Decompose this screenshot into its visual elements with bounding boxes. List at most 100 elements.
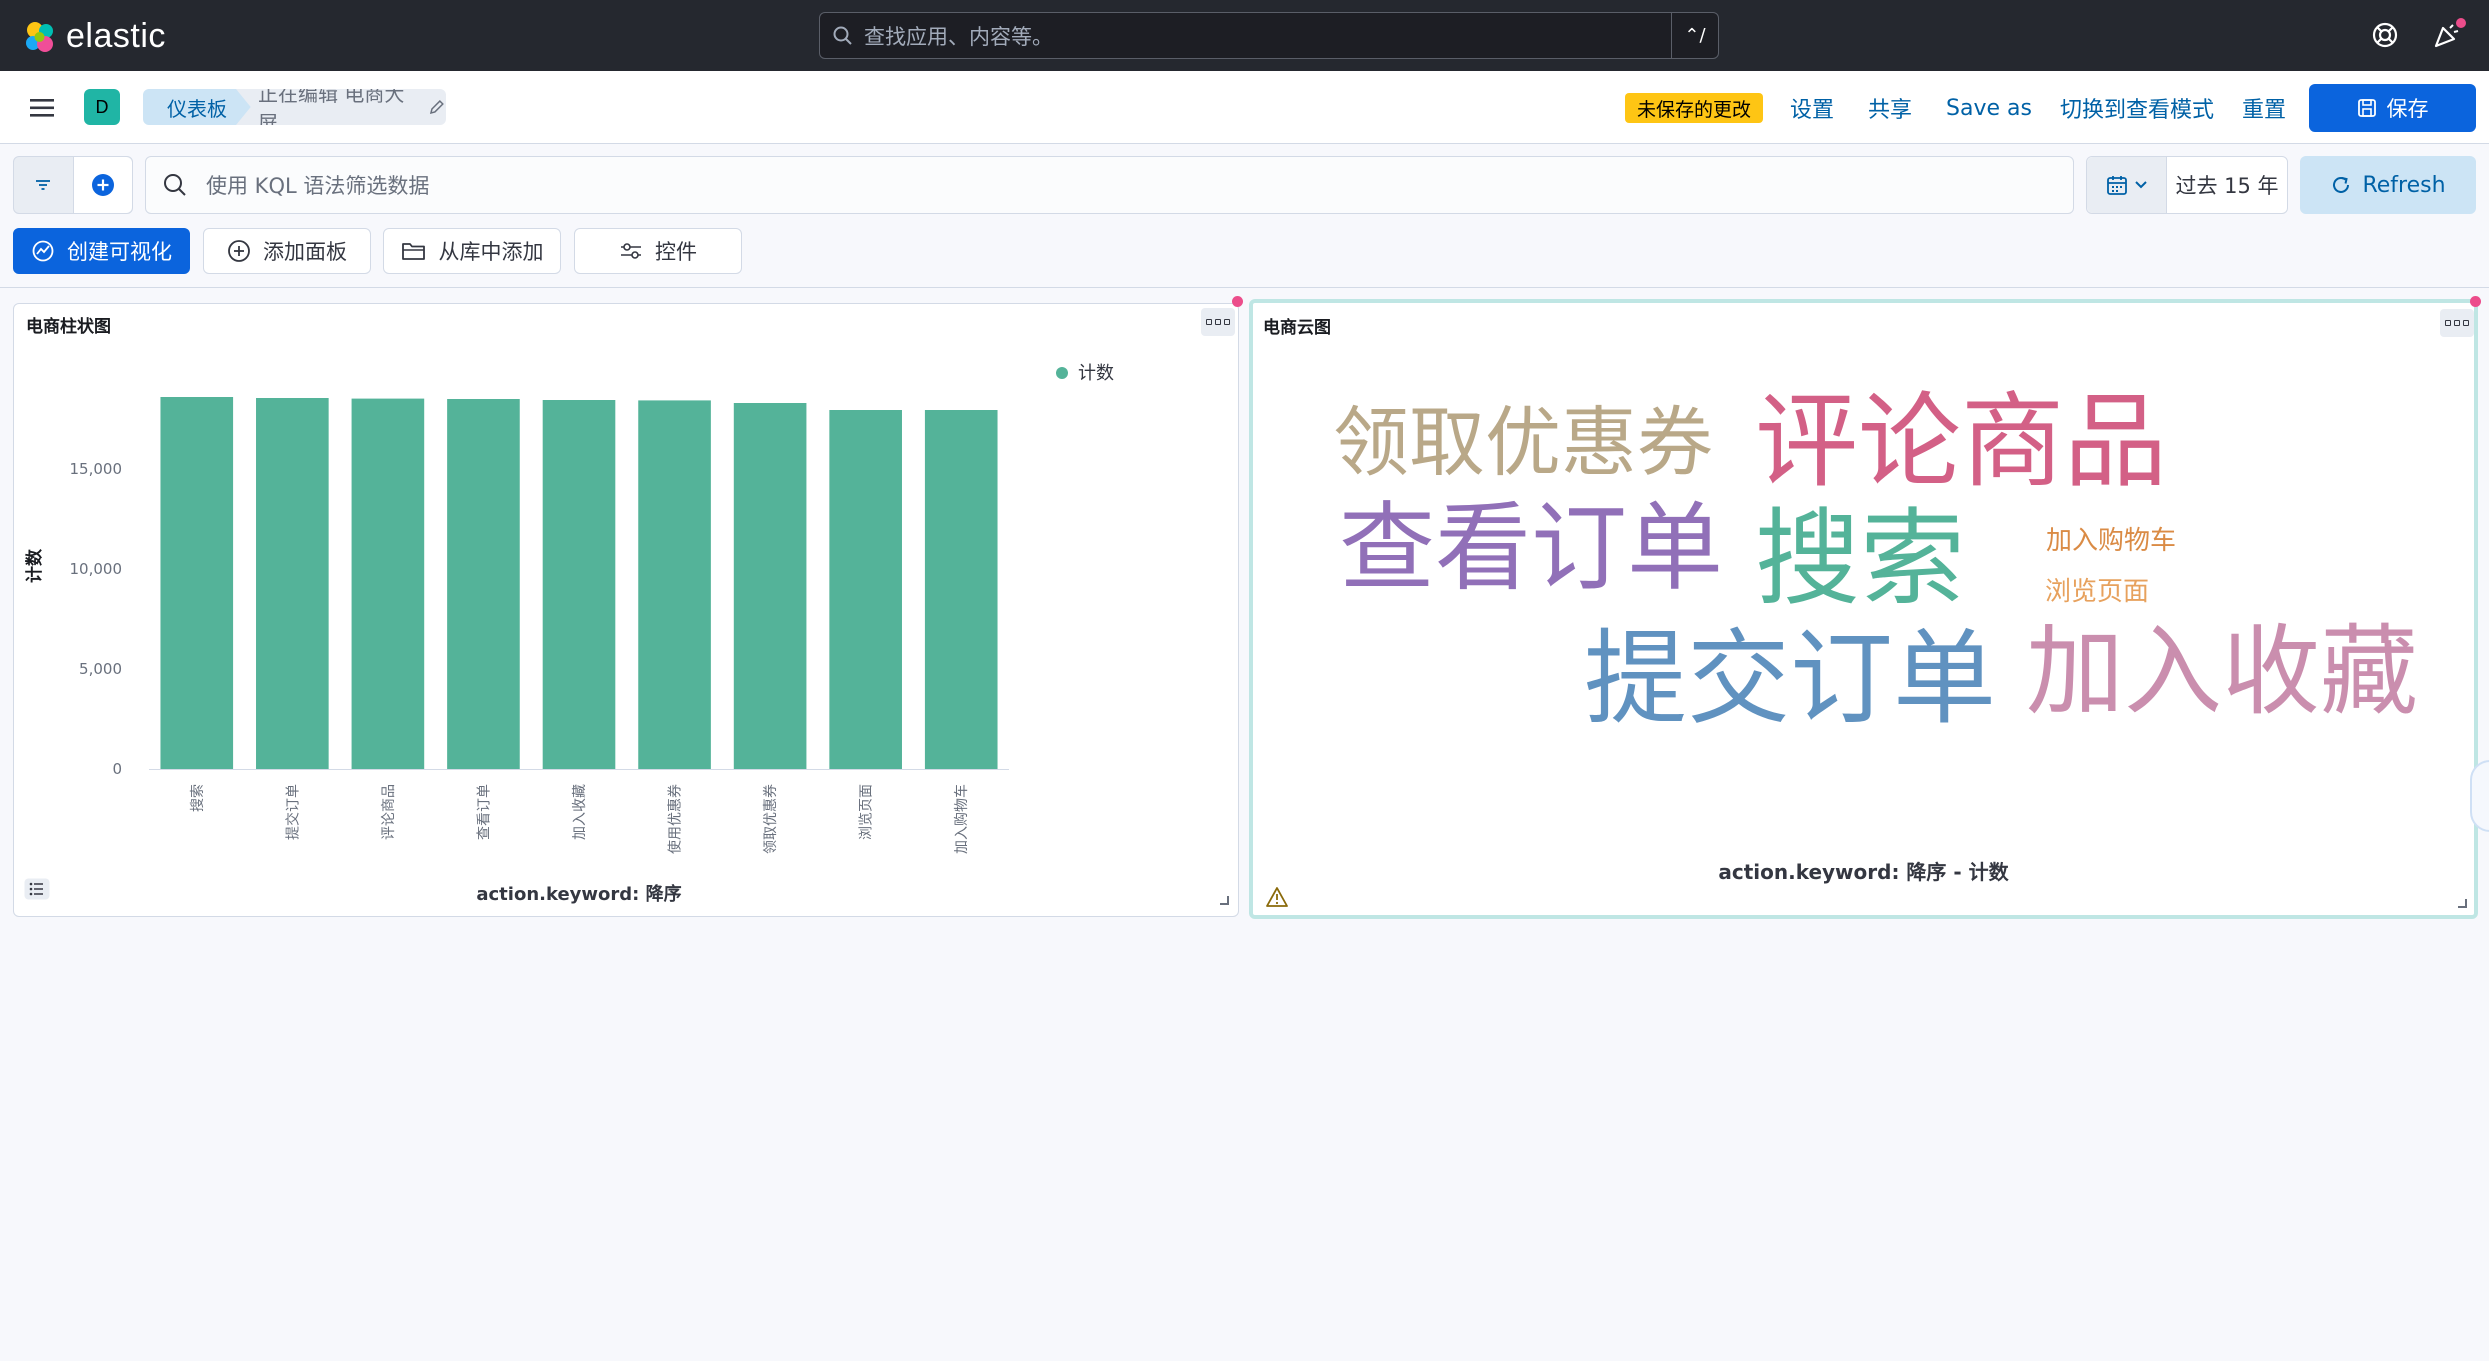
time-range-display[interactable]: 过去 15 年 xyxy=(2167,157,2287,213)
notification-dot xyxy=(2454,16,2468,30)
panel-options-button[interactable] xyxy=(1201,308,1235,336)
bar xyxy=(542,400,616,769)
plus-in-circle-icon xyxy=(228,240,250,262)
x-tick-label: 加入购物车 xyxy=(953,784,970,854)
bar-chart-panel[interactable]: 电商柱状图 0 5,000 10,000 15,000 计数搜索 提交订单 评论商品 查看订单… xyxy=(13,303,1239,917)
cloud-word: 浏览页面 xyxy=(2045,577,2150,607)
add-filter-button[interactable] xyxy=(72,157,132,213)
pencil-icon xyxy=(430,100,445,114)
filter-icon xyxy=(36,180,51,190)
bar xyxy=(256,398,329,769)
settings-link[interactable]: 设置 xyxy=(1790,93,1834,123)
add-panel-button[interactable]: 添加面板 xyxy=(203,228,371,274)
save-as-link[interactable]: Save as xyxy=(1946,93,2032,123)
bar xyxy=(924,410,998,769)
plus-circle-icon xyxy=(91,174,114,196)
x-tick-label: 查看订单 xyxy=(476,784,492,840)
search-icon xyxy=(833,26,852,45)
kql-placeholder: 使用 KQL 语法筛选数据 xyxy=(206,174,430,198)
cloud-word: 领取优惠券 xyxy=(1333,398,1713,487)
share-link[interactable]: 共享 xyxy=(1868,93,1912,123)
global-search-input[interactable]: 查找应用、内容等。 ⌃/ xyxy=(819,12,1719,59)
x-tick-label: 浏览页面 xyxy=(859,784,875,840)
breadcrumb-current[interactable]: 正在编辑 电商大屏 xyxy=(236,89,446,125)
panel-title: 电商柱状图 xyxy=(26,317,111,337)
elastic-logo-icon xyxy=(26,21,53,52)
cloud-word: 评论商品 xyxy=(1755,382,2167,502)
add-panel-label: 添加面板 xyxy=(263,240,347,264)
bar xyxy=(160,397,234,769)
add-from-library-button[interactable]: 从库中添加 xyxy=(383,228,561,274)
save-button-label: 保存 xyxy=(2386,97,2429,121)
kql-search-input[interactable]: 使用 KQL 语法筛选数据 xyxy=(145,156,2074,214)
create-visualization-button[interactable]: 创建可视化 xyxy=(13,228,190,274)
bar xyxy=(829,410,902,769)
refresh-icon xyxy=(2333,176,2350,193)
search-placeholder: 查找应用、内容等。 xyxy=(864,24,1053,49)
keyboard-shortcut-badge: ⌃/ xyxy=(1671,13,1718,58)
x-tick-label: 提交订单 xyxy=(284,784,301,840)
create-visualization-label: 创建可视化 xyxy=(67,240,172,264)
cloud-word: 查看订单 xyxy=(1339,492,1723,604)
calendar-icon xyxy=(2106,176,2127,195)
panel-title: 电商云图 xyxy=(1263,318,1331,338)
save-icon xyxy=(2357,99,2376,117)
warning-icon[interactable] xyxy=(1265,886,1289,908)
x-tick-label: 加入收藏 xyxy=(572,784,588,840)
controls-button[interactable]: 控件 xyxy=(574,228,742,274)
x-tick-label: 使用优惠券 xyxy=(667,784,684,854)
panel-drag-handle[interactable] xyxy=(2470,760,2489,832)
unsaved-changes-badge: 未保存的更改 xyxy=(1625,93,1764,123)
controls-label: 控件 xyxy=(655,240,697,264)
hamburger-menu-icon[interactable] xyxy=(29,96,57,120)
bar xyxy=(447,399,520,769)
filter-controls xyxy=(13,156,133,214)
legend-swatch xyxy=(1056,367,1068,379)
word-cloud-caption: action.keyword: 降序 - 计数 xyxy=(1718,860,2009,884)
cloud-word: 加入购物车 xyxy=(2046,526,2177,556)
resize-handle[interactable] xyxy=(2458,899,2467,908)
quick-select-button[interactable] xyxy=(2087,157,2167,213)
visualize-app-icon xyxy=(32,240,54,262)
legend-toggle-icon[interactable] xyxy=(24,878,50,900)
elastic-logo[interactable]: elastic xyxy=(22,17,166,56)
y-tick-label: 10,000 xyxy=(70,560,123,578)
y-axis-label: 计数 xyxy=(24,548,45,583)
search-icon xyxy=(164,174,186,196)
controls-sliders-icon xyxy=(621,243,641,259)
y-tick-label: 0 xyxy=(112,760,122,778)
switch-to-view-mode-link[interactable]: 切换到查看模式 xyxy=(2060,93,2214,123)
cloud-word: 加入收藏 xyxy=(2026,615,2419,729)
refresh-label: Refresh xyxy=(2362,172,2446,198)
x-axis-label: action.keyword: 降序 xyxy=(476,883,681,905)
refresh-button[interactable]: Refresh xyxy=(2300,156,2476,214)
filter-menu-button[interactable] xyxy=(14,157,73,213)
x-tick-label: 评论商品 xyxy=(381,784,397,840)
y-tick-label: 15,000 xyxy=(70,460,123,478)
legend-label: 计数 xyxy=(1078,363,1114,384)
save-button[interactable]: 保存 xyxy=(2309,84,2476,132)
date-picker: 过去 15 年 xyxy=(2086,156,2288,214)
bar xyxy=(733,403,807,769)
bar xyxy=(351,398,425,769)
panel-notification-dot xyxy=(1232,296,1243,307)
global-header: elastic 查找应用、内容等。 ⌃/ xyxy=(0,0,2489,71)
cloud-word: 搜索 xyxy=(1755,498,1966,620)
toolbar-divider xyxy=(0,287,2489,288)
space-avatar[interactable]: D xyxy=(84,89,120,125)
folder-icon xyxy=(401,243,425,260)
x-tick-label: 领取优惠券 xyxy=(763,784,779,854)
brand-name: elastic xyxy=(66,17,166,55)
breadcrumb-dashboards[interactable]: 仪表板 xyxy=(143,89,251,125)
reset-link[interactable]: 重置 xyxy=(2242,93,2286,123)
word-cloud-panel[interactable]: 电商云图 领取优惠券 评论商品 查看订单 搜索 加入购物车 浏览页面 提交订单 … xyxy=(1249,299,2478,919)
panel-notification-dot xyxy=(2470,296,2481,307)
y-tick-label: 5,000 xyxy=(79,660,122,678)
panel-options-button[interactable] xyxy=(2440,309,2474,337)
bar xyxy=(638,400,711,769)
resize-handle[interactable] xyxy=(1220,896,1229,905)
chevron-down-icon xyxy=(2134,181,2147,189)
x-tick-label: 搜索 xyxy=(189,784,206,812)
cloud-word: 提交订单 xyxy=(1584,619,1996,739)
help-icon[interactable] xyxy=(2371,21,2399,49)
